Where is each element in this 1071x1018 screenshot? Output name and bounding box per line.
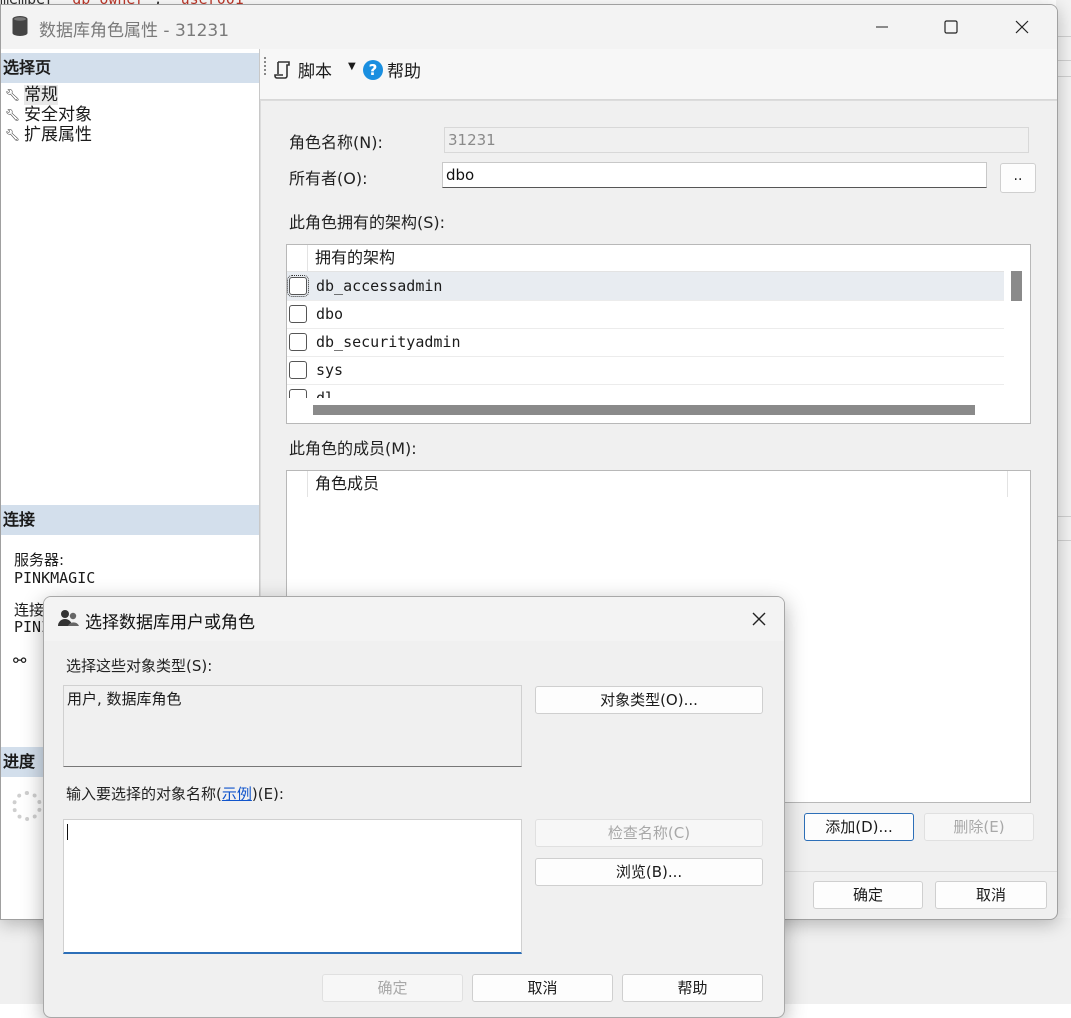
window-title: 数据库角色属性 - 31231 [39, 21, 230, 41]
wrench-icon: 🔧︎ [5, 88, 21, 102]
connection-header: 连接 [1, 505, 259, 535]
schema-row[interactable]: dl [287, 384, 1004, 399]
nav-item-label: 安全对象 [24, 105, 92, 125]
enter-object-names-label: 输入要选择的对象名称(示例)(E): [66, 785, 284, 803]
text-caret [67, 824, 68, 840]
object-types-label: 选择这些对象类型(S): [66, 657, 213, 675]
vertical-scrollbar[interactable] [1011, 271, 1022, 301]
dialog-ok-button[interactable]: 确定 [322, 974, 463, 1002]
dialog-close-button[interactable] [744, 605, 774, 633]
server-label: 服务器: [14, 551, 65, 569]
wrench-icon: 🔧︎ [5, 108, 21, 122]
object-types-field: 用户, 数据库角色 [63, 685, 522, 767]
script-label: 脚本 [298, 62, 332, 82]
minimize-button[interactable] [867, 13, 897, 41]
schema-row[interactable]: db_securityadmin [287, 328, 1004, 357]
script-button[interactable]: 脚本 [274, 57, 332, 82]
users-icon [58, 610, 79, 626]
owner-label: 所有者(O): [289, 169, 368, 188]
select-database-user-or-role-dialog: 选择数据库用户或角色 选择这些对象类型(S): 用户, 数据库角色 对象类型(O… [43, 596, 785, 1018]
toolbar: 脚本 ▼ ? 帮助 [260, 49, 1057, 100]
schema-row[interactable]: sys [287, 356, 1004, 385]
role-name-label: 角色名称(N): [289, 133, 383, 152]
nav-item-general[interactable]: 🔧︎ 常规 [5, 85, 58, 105]
nav-item-securables[interactable]: 🔧︎ 安全对象 [5, 105, 92, 125]
select-page-header: 选择页 [1, 53, 259, 83]
toolbar-grip [264, 57, 268, 75]
close-icon [1015, 20, 1029, 34]
owner-browse-button[interactable]: .. [1000, 163, 1036, 193]
schemas-label: 此角色拥有的架构(S): [289, 213, 446, 232]
dialog-cancel-button[interactable]: 取消 [472, 974, 613, 1002]
dialog-title: 选择数据库用户或角色 [85, 613, 255, 633]
minimize-icon [876, 26, 888, 28]
object-types-button[interactable]: 对象类型(O)... [535, 686, 763, 714]
background-window-edge [1056, 0, 1071, 1004]
wrench-icon: 🔧︎ [5, 128, 21, 142]
close-button[interactable] [1007, 13, 1037, 41]
server-value: PINKMAGIC [14, 569, 96, 587]
script-icon [274, 60, 290, 79]
maximize-button[interactable] [936, 13, 966, 41]
members-label: 此角色的成员(M): [289, 439, 417, 458]
schema-checkbox[interactable] [289, 361, 307, 379]
object-names-input[interactable] [63, 819, 522, 954]
maximize-icon [944, 20, 958, 34]
help-icon: ? [363, 59, 383, 80]
schemas-column-header: 拥有的架构 [287, 245, 1004, 272]
check-names-button[interactable]: 检查名称(C) [535, 819, 763, 847]
schema-row[interactable]: db_accessadmin [287, 272, 1004, 301]
nav-item-label: 常规 [24, 85, 58, 105]
cancel-button[interactable]: 取消 [935, 881, 1047, 909]
add-member-button[interactable]: 添加(D)... [804, 813, 914, 841]
view-connection-properties-icon[interactable]: ⚯ [13, 651, 26, 670]
remove-member-button[interactable]: 删除(E) [924, 813, 1034, 841]
schema-checkbox[interactable] [289, 333, 307, 351]
chevron-down-icon[interactable]: ▼ [348, 61, 356, 72]
close-icon [752, 612, 766, 626]
browse-button[interactable]: 浏览(B)... [535, 858, 763, 886]
nav-item-label: 扩展属性 [24, 125, 92, 145]
dialog-help-button[interactable]: 帮助 [622, 974, 763, 1002]
schema-row[interactable]: dbo [287, 300, 1004, 329]
help-label: 帮助 [387, 62, 421, 82]
owner-field[interactable]: dbo [442, 162, 987, 188]
schema-checkbox[interactable] [287, 275, 309, 297]
nav-item-extended-properties[interactable]: 🔧︎ 扩展属性 [5, 125, 92, 145]
horizontal-scrollbar[interactable] [313, 405, 975, 415]
examples-link[interactable]: 示例 [222, 785, 252, 803]
ok-button[interactable]: 确定 [813, 881, 923, 909]
connection-label: 连接 [14, 601, 45, 619]
dialog-title-bar[interactable]: 选择数据库用户或角色 [44, 597, 784, 641]
title-bar[interactable]: 数据库角色属性 - 31231 [1, 5, 1057, 49]
progress-spinner-icon [12, 791, 42, 821]
owned-schemas-grid[interactable]: 拥有的架构 db_accessadmin dbo db_securityadmi… [286, 244, 1031, 424]
database-icon [12, 16, 28, 36]
role-name-field: 31231 [444, 127, 1029, 153]
members-column-header: 角色成员 [287, 471, 1008, 497]
schema-checkbox[interactable] [289, 305, 307, 323]
help-button[interactable]: ? 帮助 [363, 57, 421, 82]
